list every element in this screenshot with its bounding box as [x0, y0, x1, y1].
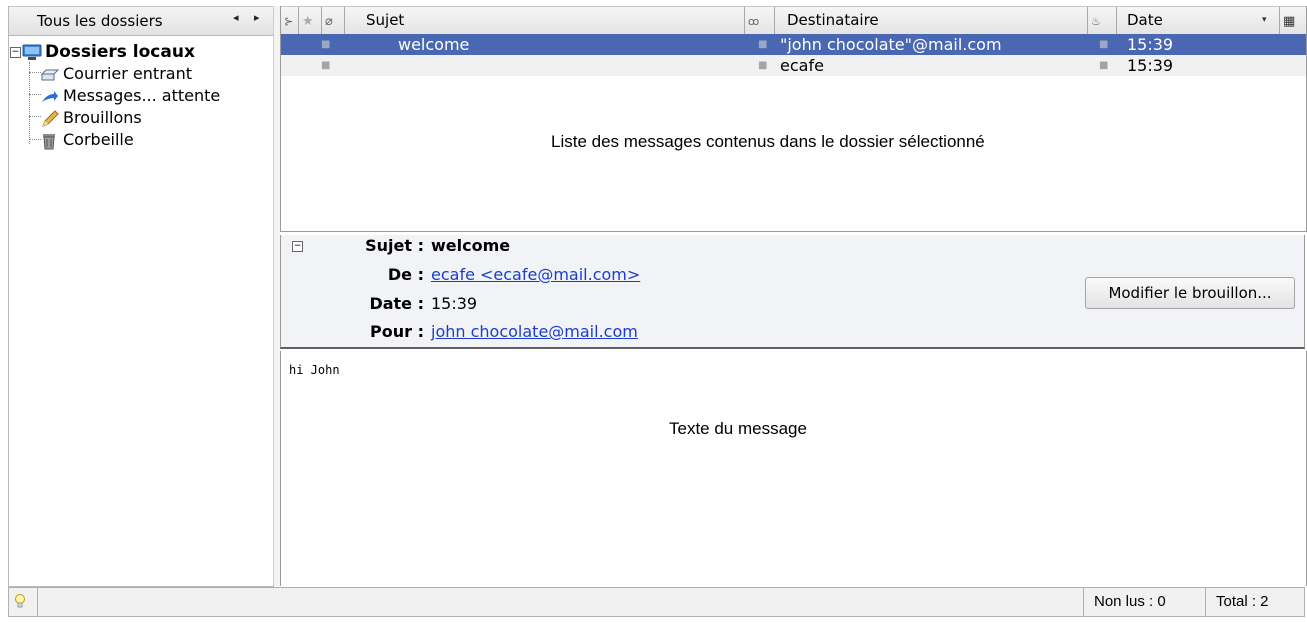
message-body-text: hi John [289, 363, 340, 377]
glasses-icon: ꝏ [748, 15, 760, 28]
tree-guide-branch [29, 116, 41, 117]
junk-cell-icon: ■ [1099, 60, 1109, 71]
column-read[interactable]: ꝏ [745, 7, 775, 34]
column-recipient[interactable]: Destinataire [775, 7, 1088, 34]
folder-pane-header: Tous les dossiers ◂ ▸ [9, 6, 273, 36]
folder-root-label: Dossiers locaux [45, 42, 195, 62]
collapse-header-icon[interactable]: − [292, 241, 303, 252]
tree-guide-branch [29, 139, 41, 140]
from-link[interactable]: ecafe <ecafe@mail.com> [431, 265, 640, 284]
folder-item-label: Brouillons [63, 108, 142, 127]
table-row[interactable]: ■ welcome ■ "john chocolate"@mail.com ■ … [281, 34, 1306, 55]
column-subject[interactable]: Sujet [345, 7, 745, 34]
row-date: 15:39 [1127, 35, 1174, 54]
folder-pane-title[interactable]: Tous les dossiers [37, 12, 163, 30]
message-header: − Sujet : welcome De : ecafe <ecafe@mail… [280, 235, 1305, 349]
total-count: Total : 2 [1205, 588, 1304, 616]
column-picker-icon: ▦ [1283, 14, 1296, 29]
date-label: Date : [369, 294, 424, 313]
message-list-header: ⊱ ★ ⌀ Sujet ꝏ Destinataire ♨ Date ▾ ▦ [281, 6, 1306, 35]
subject-value: welcome [431, 236, 511, 255]
folder-item-label: Corbeille [63, 130, 134, 149]
to-label: Pour : [370, 322, 424, 341]
thread-icon: ⊱ [284, 15, 294, 28]
computer-icon [22, 44, 42, 60]
message-list-annotation: Liste des messages contenus dans le doss… [551, 132, 985, 151]
read-cell-icon: ■ [758, 39, 768, 50]
column-attachment[interactable]: ⌀ [322, 7, 345, 34]
to-link[interactable]: john chocolate@mail.com [431, 322, 638, 341]
folder-pane: Tous les dossiers ◂ ▸ − Dossiers locaux … [8, 6, 274, 587]
column-date-label: Date [1127, 11, 1163, 29]
folder-nav-arrows[interactable]: ◂ ▸ [233, 11, 266, 24]
subject-label: Sujet : [365, 236, 424, 255]
column-junk[interactable]: ♨ [1088, 7, 1117, 34]
message-body[interactable]: hi John Texte du message [280, 351, 1307, 586]
date-value: 15:39 [431, 294, 478, 313]
star-cell-icon: ■ [321, 39, 331, 50]
message-body-annotation: Texte du message [669, 419, 807, 438]
pane-splitter[interactable] [273, 6, 280, 586]
star-icon: ★ [302, 14, 314, 29]
column-subject-label: Sujet [366, 11, 405, 29]
chevron-down-icon: ▾ [1262, 15, 1267, 25]
status-divider [37, 588, 38, 616]
message-list: ⊱ ★ ⌀ Sujet ꝏ Destinataire ♨ Date ▾ ▦ ■ … [280, 6, 1307, 232]
tree-guide-branch [29, 72, 41, 73]
row-subject: welcome [398, 35, 470, 54]
tree-guide-line [29, 62, 30, 144]
paperclip-icon: ⌀ [325, 14, 333, 29]
edit-draft-button[interactable]: Modifier le brouillon... [1085, 277, 1295, 309]
folder-item-label: Messages... attente [63, 86, 221, 105]
flame-icon: ♨ [1091, 15, 1101, 28]
status-bar: Non lus : 0 Total : 2 [8, 587, 1305, 617]
unread-count: Non lus : 0 [1083, 588, 1205, 616]
from-label: De : [387, 265, 424, 284]
inbox-tray-icon [41, 69, 59, 81]
row-date: 15:39 [1127, 56, 1174, 75]
row-recipient: "john chocolate"@mail.com [780, 35, 1002, 54]
junk-cell-icon: ■ [1099, 39, 1109, 50]
trash-icon [43, 134, 55, 150]
folder-item-label: Courrier entrant [63, 64, 192, 83]
tree-guide-branch [29, 94, 41, 95]
table-row[interactable]: ■ ■ ecafe ■ 15:39 [281, 55, 1306, 76]
column-picker[interactable]: ▦ [1280, 7, 1306, 34]
collapse-toggle-icon[interactable]: − [10, 47, 21, 58]
pencil-icon [42, 110, 59, 127]
column-recipient-label: Destinataire [787, 11, 879, 29]
row-recipient: ecafe [780, 56, 824, 75]
lightbulb-icon[interactable] [14, 593, 26, 611]
column-star[interactable]: ★ [299, 7, 322, 34]
column-thread[interactable]: ⊱ [281, 7, 299, 34]
star-cell-icon: ■ [321, 60, 331, 71]
send-arrow-icon [42, 91, 58, 102]
column-date[interactable]: Date ▾ [1117, 7, 1280, 34]
read-cell-icon: ■ [758, 60, 768, 71]
